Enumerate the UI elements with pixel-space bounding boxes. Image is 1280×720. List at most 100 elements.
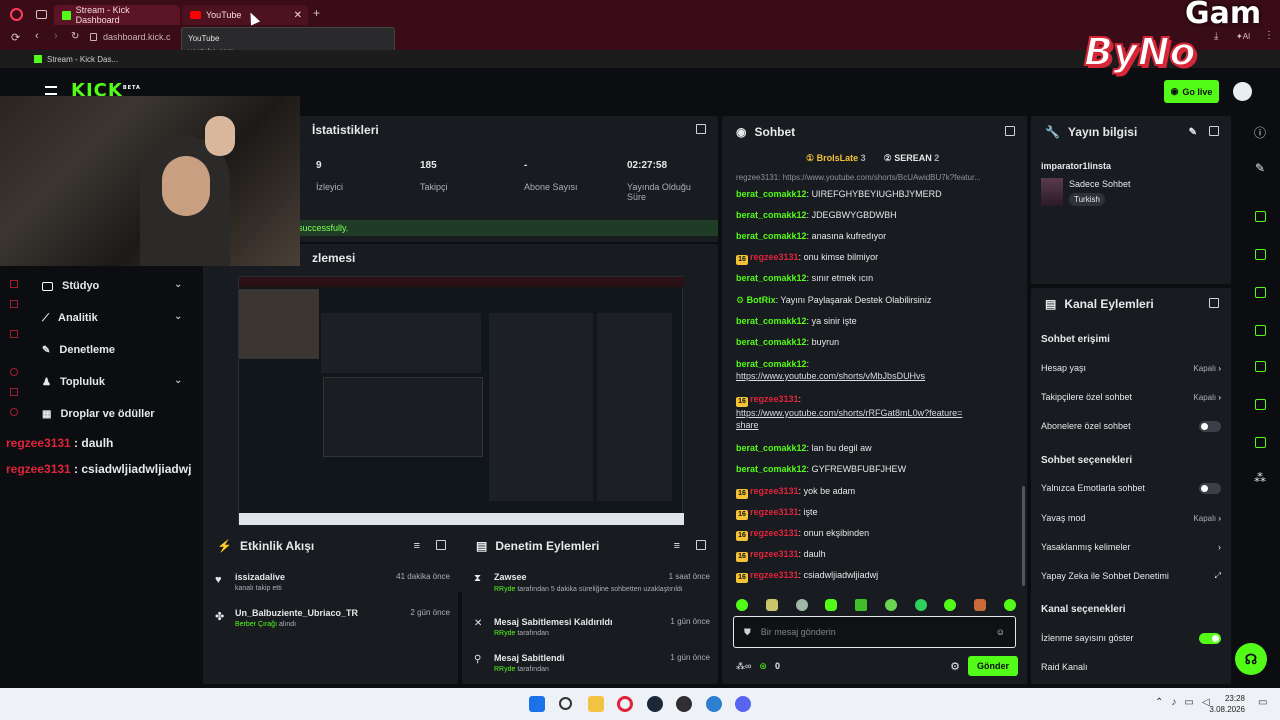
back-icon[interactable]: ‹	[35, 30, 39, 42]
notification-icon[interactable]: ▭	[1258, 697, 1267, 708]
popout-icon[interactable]	[696, 540, 706, 550]
chat-username[interactable]: regzee3131	[750, 570, 799, 580]
popout-icon[interactable]	[436, 540, 446, 550]
filter-icon[interactable]: ≡	[674, 540, 680, 552]
sidebar-item-moderation[interactable]: ✎ Denetleme	[42, 344, 115, 356]
preview-video[interactable]	[238, 276, 684, 525]
chat-username[interactable]: berat_comakk12	[736, 359, 807, 369]
tab-kick-dashboard[interactable]: Stream - Kick Dashboard	[54, 5, 180, 25]
send-button[interactable]: Gönder	[967, 656, 1018, 676]
go-live-button[interactable]: ◉ Go live	[1164, 80, 1219, 103]
broadcast-icon[interactable]	[1240, 354, 1280, 378]
emote-icon[interactable]	[914, 599, 927, 611]
refresh-icon[interactable]: ↻	[71, 31, 79, 42]
setting-raid-channel[interactable]: Raid Kanalı	[1041, 657, 1221, 677]
emoji-icon[interactable]: ☺	[996, 627, 1005, 637]
record-icon[interactable]	[10, 368, 18, 376]
community-icon[interactable]	[10, 408, 18, 416]
toggle[interactable]	[1199, 420, 1221, 432]
setting-emote-only[interactable]: Yalnızca Emotlarla sohbet	[1041, 478, 1221, 498]
chevron-down-icon[interactable]: ⌄	[174, 279, 182, 290]
opera-icon[interactable]	[617, 696, 633, 712]
chat-username[interactable]: regzee3131	[750, 394, 799, 404]
emote-icon[interactable]	[855, 599, 868, 611]
chat-username[interactable]: berat_comakk12	[736, 464, 807, 474]
bolt-icon[interactable]	[1240, 242, 1280, 266]
browser-logo-icon[interactable]	[10, 8, 23, 21]
emote-icon[interactable]	[884, 599, 897, 611]
popout-icon[interactable]	[1209, 298, 1219, 308]
emote-icon[interactable]	[795, 599, 808, 611]
setting-show-viewers[interactable]: İzlenme sayısını göster	[1041, 628, 1221, 648]
chat-link[interactable]: https://www.youtube.com/shorts/rRFGat8mL…	[736, 407, 966, 431]
tab-menu-icon[interactable]	[36, 10, 47, 19]
top-user[interactable]: ② SEREAN 2	[884, 153, 940, 164]
emote-icon[interactable]	[765, 599, 778, 611]
edit-icon[interactable]: ✎	[1240, 156, 1280, 180]
app-icon[interactable]	[706, 696, 722, 712]
filter-icon[interactable]: ≡	[414, 540, 420, 552]
shield-icon[interactable]	[10, 388, 18, 396]
setting-subscribers-only[interactable]: Abonelere özel sohbet	[1041, 416, 1221, 436]
bookmark-kick[interactable]: Stream - Kick Das...	[34, 55, 118, 64]
chat-username[interactable]: regzee3131	[750, 507, 799, 517]
sidebar-item-community[interactable]: ♟ Topluluk	[42, 376, 105, 388]
setting-slow-mode[interactable]: Yavaş mod Kapalı ›	[1041, 508, 1221, 528]
chat-username[interactable]: BotRix	[747, 295, 776, 305]
twitch-icon[interactable]	[10, 330, 18, 338]
setting-ai-moderation[interactable]: Yapay Zeka ile Sohbet Denetimi ⤢	[1041, 566, 1221, 586]
support-bubble-icon[interactable]: ☊	[1235, 643, 1267, 675]
edit-icon[interactable]: ✎	[1189, 127, 1197, 138]
sidebar-item-studio[interactable]: Stüdyo	[42, 280, 99, 292]
chat-username[interactable]: berat_comakk12	[736, 231, 807, 241]
popout-icon[interactable]	[696, 124, 706, 134]
reload-icon[interactable]: ⟳	[11, 31, 20, 44]
chat-username[interactable]: berat_comakk12	[736, 443, 807, 453]
chat-username[interactable]: berat_comakk12	[736, 316, 807, 326]
chat-username[interactable]: berat_comakk12	[736, 210, 807, 220]
setting-account-age[interactable]: Hesap yaşı Kapalı ›	[1041, 358, 1221, 378]
tab-youtube[interactable]: YouTube ✕	[182, 5, 308, 25]
chat-link[interactable]: https://www.youtube.com/shorts/vMbJbsDUH…	[736, 370, 966, 382]
new-tab-icon[interactable]: +	[313, 6, 320, 20]
emote-icon[interactable]	[944, 599, 957, 611]
setting-banned-words[interactable]: Yasaklanmış kelimeler ›	[1041, 537, 1221, 557]
hamburger-icon[interactable]	[45, 86, 57, 95]
camera-icon[interactable]	[1240, 204, 1280, 228]
sidebar-item-drops[interactable]: ▦ Droplar ve ödüller	[42, 408, 155, 420]
chat-username[interactable]: berat_comakk12	[736, 189, 807, 199]
chat-username[interactable]: regzee3131	[750, 528, 799, 538]
chat-username[interactable]: regzee3131	[750, 486, 799, 496]
emote-icon[interactable]	[1003, 599, 1016, 611]
community-icon[interactable]: ⁂	[1240, 466, 1280, 490]
chat-username[interactable]: berat_comakk12	[736, 337, 807, 347]
info-icon[interactable]: ⓘ	[1240, 120, 1280, 144]
popout-icon[interactable]	[1005, 126, 1015, 136]
emote-icon[interactable]	[825, 599, 838, 611]
music-icon[interactable]	[10, 300, 18, 308]
wrench-icon[interactable]	[1240, 430, 1280, 454]
setting-followers-only[interactable]: Takipçilere özel sohbet Kapalı ›	[1041, 387, 1221, 407]
steam-icon[interactable]	[647, 696, 663, 712]
emote-icon[interactable]	[974, 599, 987, 611]
chevron-down-icon[interactable]: ⌄	[174, 375, 182, 386]
list-icon[interactable]	[1240, 392, 1280, 416]
forward-icon[interactable]: ›	[54, 30, 58, 42]
avatar[interactable]	[1233, 82, 1252, 101]
top-user[interactable]: ① BrolsLate 3	[806, 153, 866, 164]
studio-icon[interactable]	[10, 280, 18, 288]
close-tab-icon[interactable]: ✕	[294, 10, 302, 21]
popout-icon[interactable]	[1209, 126, 1219, 136]
file-explorer-icon[interactable]	[588, 696, 604, 712]
clock[interactable]: 23:28 3.08.2026	[1205, 693, 1245, 715]
community-icon[interactable]: ⁂∞	[736, 661, 751, 672]
chat-scrollbar[interactable]	[1022, 486, 1025, 586]
toggle[interactable]	[1199, 632, 1221, 644]
chat-username[interactable]: regzee3131	[750, 549, 799, 559]
obs-icon[interactable]	[676, 696, 692, 712]
chat-username[interactable]: regzee3131	[750, 252, 799, 262]
emote-icon[interactable]	[736, 599, 748, 611]
windows-start-icon[interactable]	[529, 696, 545, 712]
sidebar-item-analytics[interactable]: ⟋ Analitik	[42, 312, 98, 324]
discord-icon[interactable]	[735, 696, 751, 712]
